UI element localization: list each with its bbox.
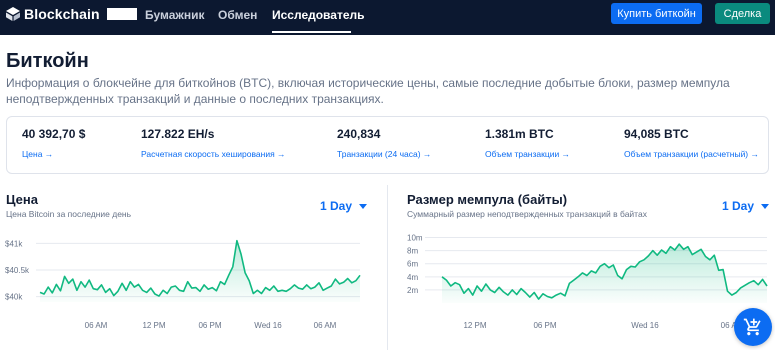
- buy-bitcoin-button[interactable]: Купить биткойн: [611, 3, 702, 24]
- price-panel-subtitle: Цена Bitcoin за последние день: [6, 209, 132, 219]
- page-title: Биткойн: [6, 50, 89, 72]
- chevron-down-icon: [761, 203, 770, 209]
- cart-button[interactable]: [734, 308, 772, 346]
- stat-link-transactions[interactable]: Транзакции (24 часа) →: [337, 149, 431, 159]
- blockchain-logo-icon: [6, 7, 20, 21]
- x-tick-label: 06 AM: [85, 321, 108, 330]
- stat-link-price[interactable]: Цена →: [22, 149, 85, 159]
- stat-transactions: 240,834 Транзакции (24 часа) →: [337, 127, 431, 159]
- y-tick-label: 10m: [407, 234, 423, 243]
- stat-link-hashrate[interactable]: Расчетная скорость хеширования →: [141, 149, 286, 159]
- stat-value: 240,834: [337, 127, 381, 141]
- panel-divider: [387, 185, 388, 350]
- stat-volume: 1.381m BTC Объем транзакции →: [485, 127, 570, 159]
- mempool-range-select[interactable]: 1 Day: [722, 199, 770, 213]
- x-tick-label: 06 AM: [314, 321, 337, 330]
- y-tick-label: $41k: [5, 239, 23, 248]
- x-tick-label: 12 PM: [463, 321, 486, 330]
- stat-value: 40 392,70 $: [22, 127, 86, 141]
- price-range-select[interactable]: 1 Day: [320, 199, 368, 213]
- mempool-panel-subtitle: Суммарный размер неподтвержденных транза…: [407, 209, 647, 219]
- x-tick-label: 06 PM: [198, 321, 221, 330]
- nav-item-wallet[interactable]: Бумажник: [145, 8, 205, 22]
- stat-value: 127.822 EH/s: [141, 127, 215, 141]
- page-description: Информация о блокчейне для биткойнов (BT…: [6, 76, 730, 106]
- stat-volume-estimated: 94,085 BTC Объем транзакции (расчетный) …: [624, 127, 759, 159]
- stats-card: 40 392,70 $ Цена → 127.822 EH/s Расчетна…: [6, 116, 769, 174]
- y-tick-label: 8m: [407, 247, 418, 256]
- cart-icon: [743, 318, 761, 336]
- stat-link-volume[interactable]: Объем транзакции →: [485, 149, 570, 159]
- logo[interactable]: Blockchain: [6, 6, 137, 22]
- stat-value: 1.381m BTC: [485, 127, 554, 141]
- y-tick-label: 4m: [407, 273, 418, 282]
- nav-item-exchange[interactable]: Обмен: [218, 8, 257, 22]
- stat-hashrate: 127.822 EH/s Расчетная скорость хеширова…: [141, 127, 286, 159]
- logo-text: Blockchain: [24, 6, 100, 22]
- trade-button[interactable]: Сделка: [715, 3, 770, 24]
- y-tick-label: $40k: [5, 293, 23, 302]
- y-tick-label: 2m: [407, 286, 418, 295]
- mempool-range-label: 1 Day: [722, 199, 755, 213]
- x-tick-label: Wed 16: [631, 321, 659, 330]
- logo-redacted-box: [106, 8, 137, 20]
- nav-active-indicator: [272, 31, 351, 33]
- mempool-chart: 2m4m6m8m10m12 PM 06 PM Wed 16 06 AM: [407, 234, 768, 330]
- nav-item-explorer[interactable]: Исследователь: [272, 8, 365, 22]
- y-tick-label: $40.5k: [5, 266, 30, 275]
- price-panel-title: Цена: [6, 192, 38, 207]
- stat-link-volume-estimated[interactable]: Объем транзакции (расчетный) →: [624, 149, 759, 159]
- x-tick-label: Wed 16: [254, 321, 282, 330]
- top-nav: Blockchain Бумажник Обмен Исследователь …: [0, 0, 775, 35]
- x-tick-label: 06 PM: [533, 321, 556, 330]
- series-area: [40, 240, 360, 302]
- price-range-label: 1 Day: [320, 199, 353, 213]
- stat-price: 40 392,70 $ Цена →: [22, 127, 85, 159]
- series-area: [442, 244, 767, 303]
- stat-value: 94,085 BTC: [624, 127, 689, 141]
- y-tick-label: 6m: [407, 260, 418, 269]
- mempool-panel-title: Размер мемпула (байты): [407, 192, 568, 207]
- price-chart: $40k $40.5k $41k 06 AM 12 PM 06 PM Wed 16 06 AM: [5, 239, 361, 330]
- x-tick-label: 12 PM: [142, 321, 165, 330]
- chevron-down-icon: [359, 203, 368, 209]
